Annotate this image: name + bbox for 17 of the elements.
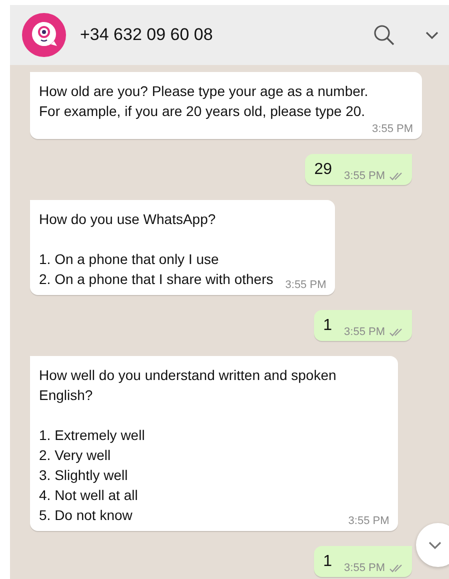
message-text: 1: [323, 316, 332, 336]
message-time: 3:55 PM: [344, 562, 385, 574]
message-time: 3:55 PM: [348, 515, 390, 527]
message-text: How well do you understand written and spoken English? 1. Extremely well 2. Very well 3. Slightly well 4. Not well at all 5. Do not know: [39, 366, 336, 525]
message-time: 3:55 PM: [285, 279, 326, 291]
search-icon[interactable]: [373, 24, 395, 46]
chevron-down-icon[interactable]: [425, 30, 439, 40]
contact-name: +34 632 09 60 08: [80, 25, 214, 45]
chevron-down-icon: [428, 540, 442, 550]
avatar-icon: [22, 13, 66, 57]
message-time: 3:55 PM: [344, 326, 385, 338]
message-time: 3:55 PM: [344, 170, 385, 182]
message-text: 1: [323, 552, 332, 572]
message-text: 29: [314, 160, 332, 180]
message-time: 3:55 PM: [372, 123, 413, 135]
message-text: How do you use WhatsApp? 1. On a phone that only I use 2. On a phone that I share with others: [39, 210, 274, 289]
message-text: How old are you? Please type your age as a number. For example, if you are 20 years old, please type 20.: [39, 82, 368, 121]
